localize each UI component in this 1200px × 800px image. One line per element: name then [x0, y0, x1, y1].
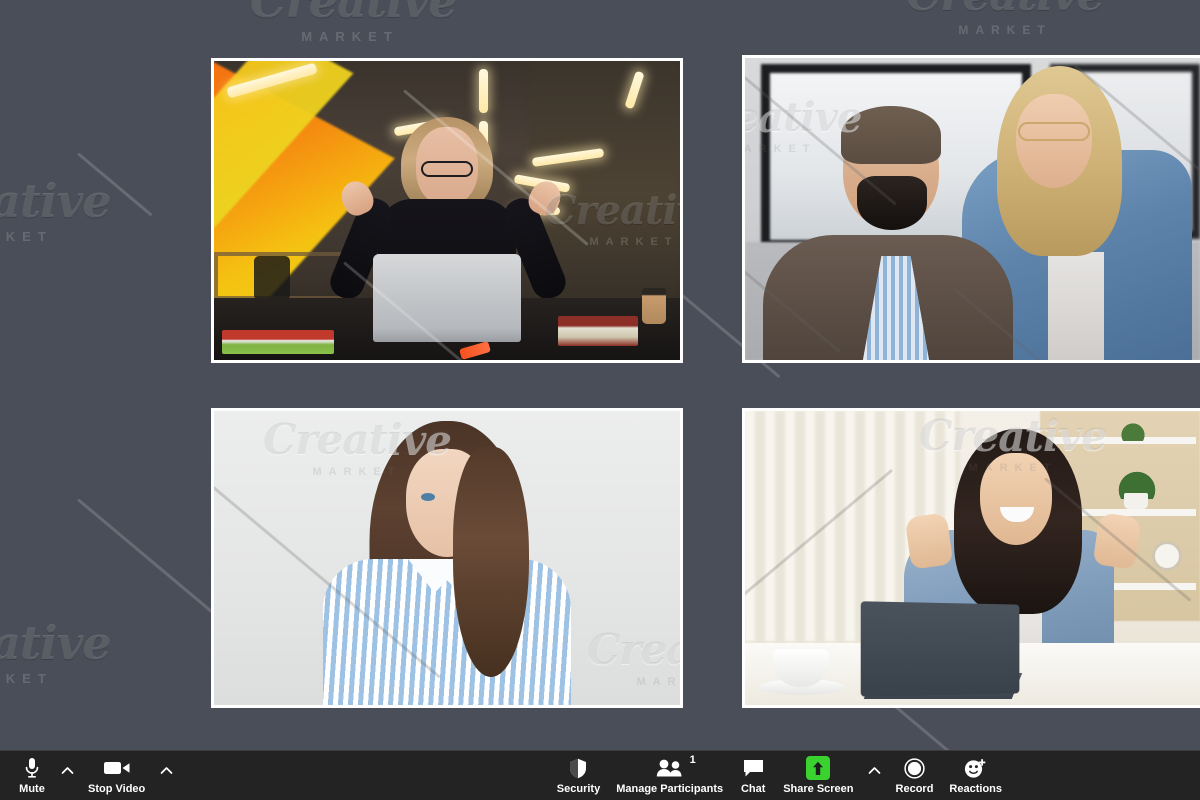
tablet-device	[861, 601, 1020, 697]
video-feed-4: Creative MARKET	[745, 411, 1200, 705]
watermark-script-text: Creative	[905, 0, 1105, 18]
toolbar-right-group: Security 1 Manage Participants	[549, 751, 1200, 795]
reactions-label: Reactions	[949, 783, 1002, 795]
record-label: Record	[896, 783, 934, 795]
video-feed-1: Creative MARKET	[214, 61, 680, 360]
video-options-caret[interactable]	[153, 751, 179, 785]
share-screen-label: Share Screen	[783, 783, 853, 795]
share-screen-button[interactable]: Share Screen	[775, 751, 861, 795]
watermark-script-text: Creative	[250, 0, 450, 24]
participant-4-hand-right	[1093, 512, 1142, 569]
video-feed-2: Creative MARKET	[745, 58, 1200, 360]
watermark-top-right: Creative MARKET	[905, 0, 1105, 36]
mute-button[interactable]: Mute	[10, 751, 54, 795]
microphone-icon	[24, 757, 40, 779]
reactions-button[interactable]: Reactions	[941, 751, 1010, 795]
video-feed-3: Creative MARKET Creative MARKET	[214, 411, 680, 705]
manage-participants-label: Manage Participants	[616, 783, 723, 795]
wall-clock	[1152, 541, 1182, 571]
stop-video-label: Stop Video	[88, 783, 145, 795]
watermark-script-text: Creative	[0, 620, 104, 666]
chat-bubble-icon	[743, 757, 764, 779]
security-button[interactable]: Security	[549, 751, 608, 795]
participant-2a-beard	[857, 176, 927, 230]
share-screen-options-caret[interactable]	[862, 751, 888, 785]
participant-2a-hair	[841, 106, 941, 164]
chat-label: Chat	[741, 783, 765, 795]
participant-4-face	[980, 453, 1052, 545]
participant-2b-glasses	[1018, 122, 1090, 141]
participants-icon: 1	[656, 757, 684, 779]
plant-small	[1120, 421, 1146, 441]
record-button[interactable]: Record	[888, 751, 942, 795]
watermark-left-upper: Creative MARKET	[0, 178, 104, 243]
video-camera-icon	[104, 757, 130, 779]
plant-pot	[1124, 493, 1148, 509]
video-tile-participant-4[interactable]: Creative MARKET	[742, 408, 1200, 708]
video-tile-participant-1[interactable]: Creative MARKET	[211, 58, 683, 363]
video-gallery-stage: Creative MARKET Creative MARKET Creative…	[0, 0, 1200, 750]
video-tile-participant-2[interactable]: Creative MARKET	[742, 55, 1200, 363]
record-circle-icon	[904, 757, 925, 779]
manage-participants-button[interactable]: 1 Manage Participants	[608, 751, 731, 795]
ceiling-lamp	[479, 69, 488, 113]
participants-count-badge: 1	[690, 754, 696, 766]
laptop	[373, 254, 521, 342]
participant-1-glasses	[421, 161, 473, 177]
participant-3-striped-shirt	[323, 559, 571, 705]
reactions-smiley-plus-icon	[964, 757, 987, 779]
chat-button[interactable]: Chat	[731, 751, 775, 795]
book-stack-right	[558, 316, 638, 346]
participant-2b-face	[1016, 94, 1092, 188]
meeting-controls-toolbar: Mute Stop Video	[0, 750, 1200, 800]
video-tile-participant-3[interactable]: Creative MARKET Creative MARKET	[211, 408, 683, 708]
share-screen-up-arrow-icon	[806, 757, 830, 779]
participant-3-eye-left	[421, 493, 435, 501]
security-label: Security	[557, 783, 600, 795]
coffee-cup	[642, 288, 666, 324]
participant-2b-tshirt	[1048, 252, 1104, 360]
stop-video-button[interactable]: Stop Video	[80, 751, 153, 795]
watermark-slash	[77, 152, 152, 216]
watermark-sub-text: MARKET	[0, 230, 104, 243]
participant-3-hair-front	[453, 447, 529, 677]
toolbar-left-group: Mute Stop Video	[0, 751, 179, 795]
participant-4-hand-left	[905, 512, 954, 569]
mute-label: Mute	[19, 783, 45, 795]
share-screen-green-box	[806, 756, 830, 780]
watermark-sub-text: MARKET	[0, 672, 104, 685]
watermark-sub-text: MARKET	[250, 30, 450, 43]
shield-icon	[569, 757, 587, 779]
office-chair	[254, 256, 290, 300]
watermark-top-center: Creative MARKET	[250, 0, 450, 43]
watermark-left-lower: Creative MARKET	[0, 620, 104, 685]
watermark-script-text: Creative	[0, 178, 104, 224]
audio-options-caret[interactable]	[54, 751, 80, 785]
watermark-sub-text: MARKET	[905, 24, 1105, 36]
book-stack-left	[222, 330, 334, 354]
